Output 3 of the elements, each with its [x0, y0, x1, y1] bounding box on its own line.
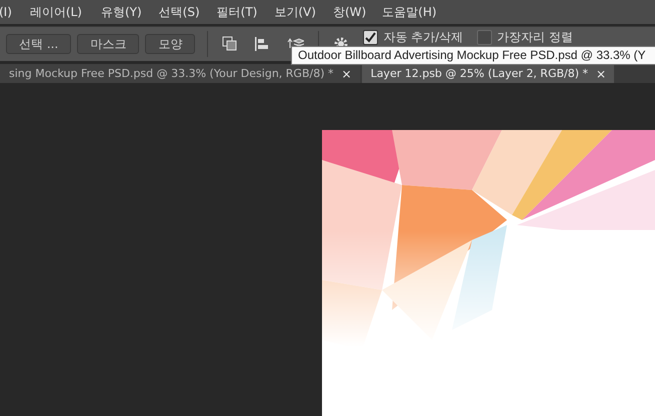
tooltip: Outdoor Billboard Advertising Mockup Free PSD.psd @ 33.3% (Y	[291, 46, 655, 65]
checkbox-label: 가장자리 정렬	[497, 29, 573, 46]
checkbox-label: 자동 추가/삭제	[383, 29, 464, 46]
